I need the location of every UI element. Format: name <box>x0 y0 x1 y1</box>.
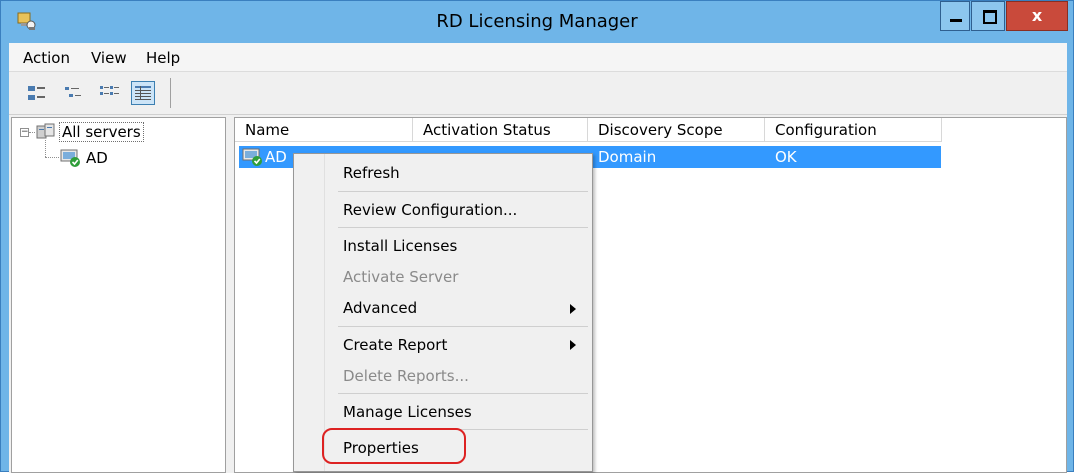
column-header-activation-status[interactable]: Activation Status <box>413 118 588 142</box>
tree-connector <box>29 132 35 133</box>
submenu-arrow-icon <box>570 304 576 314</box>
context-item-install-licenses[interactable]: Install Licenses <box>343 237 457 255</box>
context-separator <box>338 191 588 192</box>
toolbar <box>9 72 1067 115</box>
small-icons-view-button[interactable] <box>61 81 85 105</box>
tree-connector <box>45 157 59 158</box>
details-view-button[interactable] <box>131 81 155 105</box>
context-item-delete-reports: Delete Reports... <box>343 367 469 385</box>
context-item-activate-server: Activate Server <box>343 268 459 286</box>
servers-folder-icon <box>36 123 55 139</box>
tree-item-ad[interactable]: AD <box>86 149 108 167</box>
context-separator <box>338 326 588 327</box>
context-item-manage-licenses[interactable]: Manage Licenses <box>343 403 472 421</box>
column-header-discovery-scope[interactable]: Discovery Scope <box>588 118 765 142</box>
list-view-button[interactable] <box>97 81 121 105</box>
details-view-icon <box>135 86 151 100</box>
window-title: RD Licensing Manager <box>436 11 638 32</box>
large-icons-view-icon <box>28 86 45 100</box>
toolbar-separator <box>170 78 171 108</box>
license-server-ok-icon <box>242 148 262 166</box>
menu-action[interactable]: Action <box>23 49 70 67</box>
tree-collapse-toggle[interactable]: − <box>20 128 29 137</box>
tree-pane[interactable]: − All servers AD <box>11 117 226 473</box>
context-separator <box>338 393 588 394</box>
context-separator <box>338 227 588 228</box>
small-icons-view-icon <box>65 87 81 97</box>
tree-connector <box>45 140 46 157</box>
minimize-button[interactable] <box>940 1 970 31</box>
row-name-cell: AD <box>265 148 287 166</box>
license-server-ok-icon <box>60 149 80 167</box>
close-icon: x <box>1031 6 1043 25</box>
minimize-icon <box>950 19 962 22</box>
maximize-button[interactable] <box>971 1 1005 31</box>
context-menu: Refresh Review Configuration... Install … <box>293 153 593 472</box>
column-header-name[interactable]: Name <box>235 118 413 142</box>
annotation-highlight-ring <box>322 428 466 464</box>
context-item-create-report[interactable]: Create Report <box>343 336 447 354</box>
menu-help[interactable]: Help <box>146 49 180 67</box>
menu-view[interactable]: View <box>91 49 127 67</box>
row-discovery-scope-cell: Domain <box>598 148 657 166</box>
context-menu-gutter <box>324 154 325 471</box>
close-button[interactable]: x <box>1006 1 1068 31</box>
row-configuration-cell: OK <box>775 148 797 166</box>
context-item-advanced[interactable]: Advanced <box>343 299 417 317</box>
context-item-review-configuration[interactable]: Review Configuration... <box>343 201 517 219</box>
menu-bar: Action View Help <box>9 43 1067 72</box>
submenu-arrow-icon <box>570 340 576 350</box>
large-icons-view-button[interactable] <box>25 81 49 105</box>
tree-root-label[interactable]: All servers <box>59 122 144 142</box>
list-view-icon <box>100 86 119 95</box>
maximize-icon <box>983 10 997 24</box>
context-item-refresh[interactable]: Refresh <box>343 164 400 182</box>
column-header-configuration[interactable]: Configuration <box>765 118 942 142</box>
title-bar[interactable]: RD Licensing Manager x <box>1 1 1073 43</box>
